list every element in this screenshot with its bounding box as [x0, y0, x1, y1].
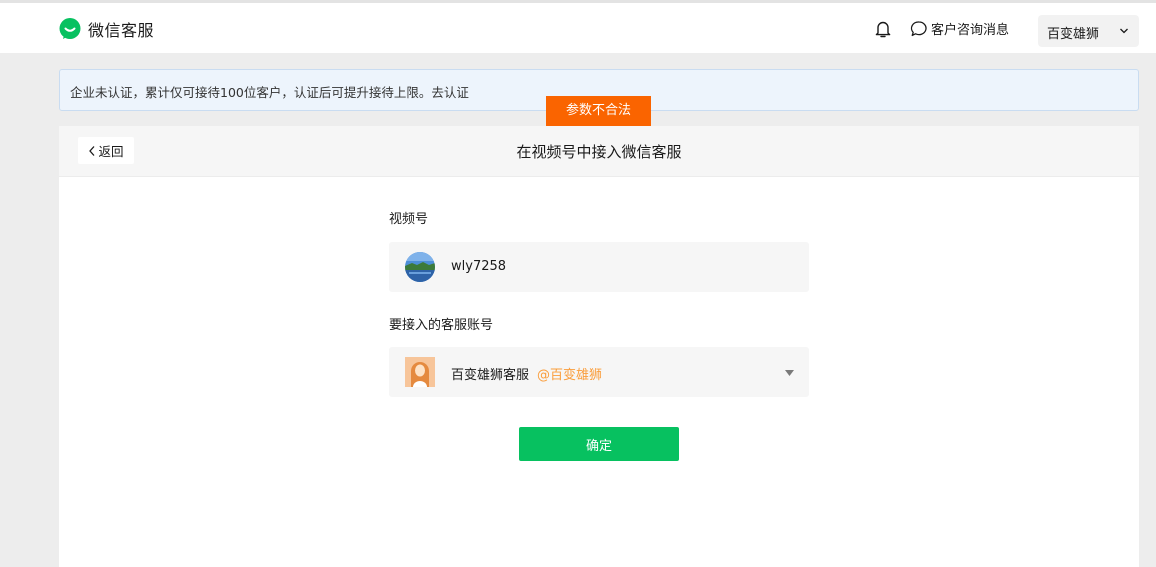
channel-label: 视频号: [389, 212, 429, 227]
notice-text: 企业未认证，累计仅可接待100位客户，认证后可提升接待上限。: [70, 85, 432, 100]
channel-field: wly7258: [389, 242, 809, 292]
service-account-name: 百变雄狮客服: [451, 368, 530, 383]
customer-messages-button[interactable]: 客户咨询消息: [910, 19, 1009, 38]
brand[interactable]: 微信客服: [58, 17, 154, 41]
top-bar: 微信客服 客户咨询消息 百变雄狮: [0, 0, 1156, 53]
channel-value: wly7258: [451, 259, 507, 274]
service-account-select[interactable]: 百变雄狮客服 @百变雄狮: [389, 347, 809, 397]
channel-avatar: [405, 252, 435, 282]
dropdown-caret-icon: [785, 370, 794, 376]
confirm-button[interactable]: 确定: [519, 427, 679, 461]
service-account-label: 要接入的客服账号: [389, 318, 494, 333]
error-toast: 参数不合法: [546, 96, 651, 126]
chat-bubble-icon: [910, 20, 927, 36]
account-name: 百变雄狮: [1047, 27, 1100, 42]
verify-link[interactable]: 去认证: [431, 85, 469, 100]
chevron-down-icon: [1120, 28, 1128, 34]
account-switcher[interactable]: 百变雄狮: [1038, 15, 1139, 47]
service-account-handle: @百变雄狮: [537, 368, 603, 383]
service-avatar: [405, 357, 435, 387]
brand-name: 微信客服: [88, 21, 155, 40]
notification-bell-icon[interactable]: [874, 19, 892, 39]
customer-messages-label: 客户咨询消息: [931, 23, 1010, 38]
wechat-service-logo-icon: [59, 18, 81, 39]
main-panel: 返回 在视频号中接入微信客服 视频号 wly7258 要接入的客服账号 百变雄狮…: [59, 126, 1139, 567]
panel-header: 返回 在视频号中接入微信客服: [59, 126, 1139, 177]
page-title: 在视频号中接入微信客服: [516, 143, 682, 161]
